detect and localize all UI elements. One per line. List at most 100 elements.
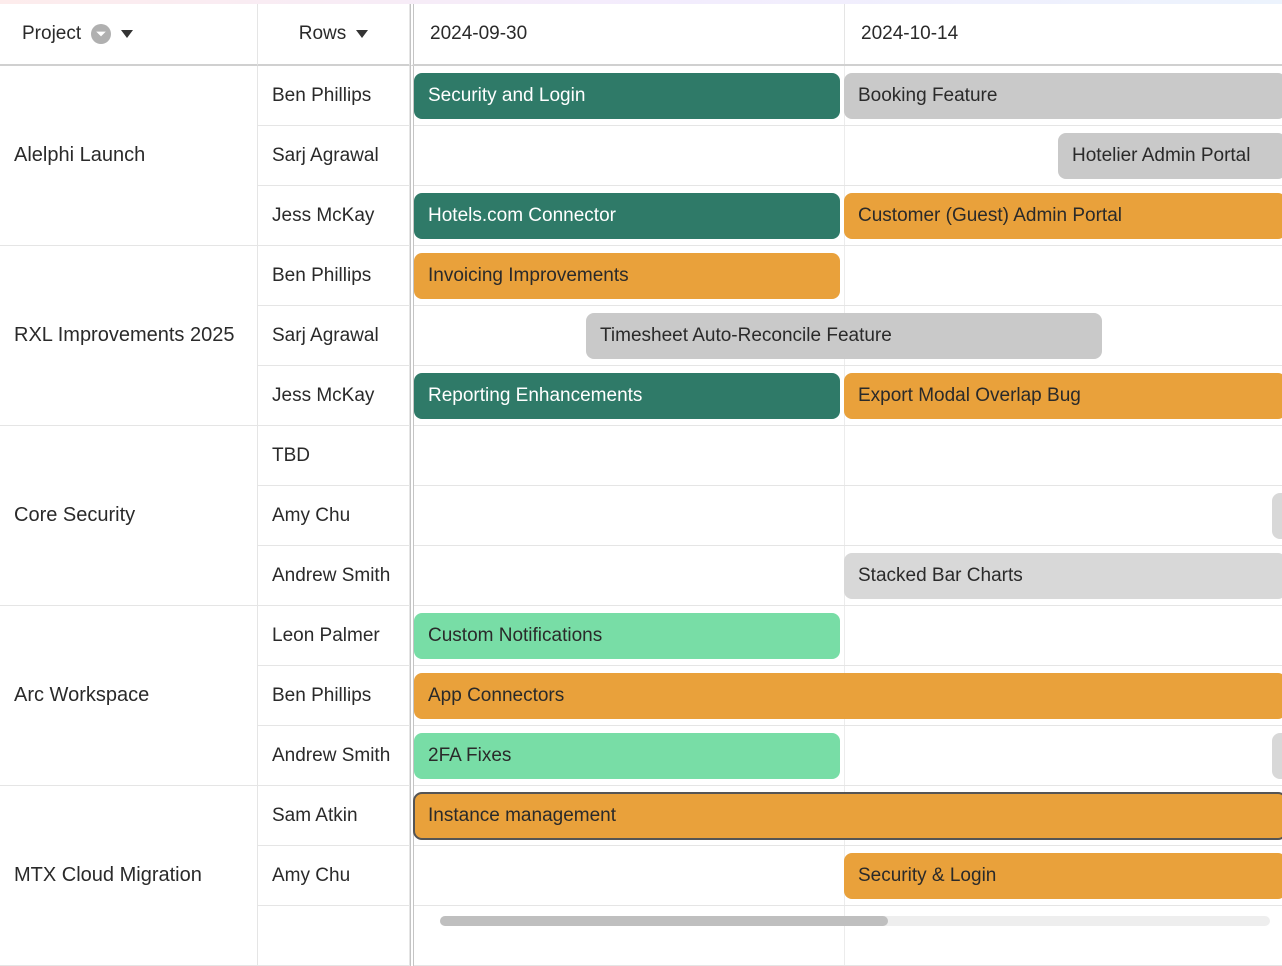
- timeline-row[interactable]: [414, 906, 1282, 966]
- task-label: 2FA Fixes: [428, 745, 511, 767]
- task-label: Custom Notifications: [428, 625, 602, 647]
- task-bar[interactable]: Export Modal Overlap Bug: [844, 373, 1282, 419]
- person-row[interactable]: Amy Chu: [258, 846, 410, 906]
- task-bar[interactable]: App Connectors: [414, 673, 1282, 719]
- person-row[interactable]: Leon Palmer: [258, 606, 410, 666]
- task-label: Booking Feature: [858, 85, 997, 107]
- caret-down-icon[interactable]: [121, 30, 133, 38]
- roadmap-grid: Project Rows 2024-09-30 2024-10-14 Alelp…: [0, 4, 1282, 966]
- timeline-row[interactable]: App Connectors: [414, 666, 1282, 726]
- project-header-label: Project: [22, 23, 81, 45]
- project-name: Core Security: [14, 504, 135, 527]
- person-row[interactable]: Andrew Smith: [258, 726, 410, 786]
- timeline-row[interactable]: Hotels.com Connector Customer (Guest) Adm…: [414, 186, 1282, 246]
- person-row[interactable]: Andrew Smith: [258, 546, 410, 606]
- column-header-project[interactable]: Project: [0, 4, 258, 66]
- task-bar[interactable]: Invoicing Improvements: [414, 253, 840, 299]
- task-bar[interactable]: [1272, 733, 1282, 779]
- task-label: Security and Login: [428, 85, 585, 107]
- task-bar[interactable]: Booking Feature: [844, 73, 1282, 119]
- task-bar[interactable]: Stacked Bar Charts: [844, 553, 1282, 599]
- task-bar[interactable]: Custom Notifications: [414, 613, 840, 659]
- project-cell[interactable]: Core Security: [0, 426, 258, 606]
- timeline-column: Stacked Bar Charts: [410, 426, 1282, 606]
- timeline-row[interactable]: Security and Login Booking Feature: [414, 66, 1282, 126]
- task-label: Stacked Bar Charts: [858, 565, 1023, 587]
- person-row[interactable]: Sarj Agrawal: [258, 306, 410, 366]
- timeline-row[interactable]: Instance management: [414, 786, 1282, 846]
- timeline-row[interactable]: Hotelier Admin Portal: [414, 126, 1282, 186]
- timeline-column: Security and Login Booking Feature Hotelie…: [410, 66, 1282, 246]
- task-label: Export Modal Overlap Bug: [858, 385, 1081, 407]
- timeline-row[interactable]: Timesheet Auto-Reconcile Feature: [414, 306, 1282, 366]
- timeline-row[interactable]: [414, 486, 1282, 546]
- project-name: Alelphi Launch: [14, 144, 145, 167]
- timeline-date-label: 2024-09-30: [430, 23, 527, 45]
- task-bar[interactable]: Security and Login: [414, 73, 840, 119]
- timeline-row[interactable]: [414, 426, 1282, 486]
- project-name: MTX Cloud Migration: [14, 864, 202, 887]
- rows-column: Ben Phillips Sarj Agrawal Jess McKay: [258, 66, 410, 246]
- timeline-row[interactable]: Invoicing Improvements: [414, 246, 1282, 306]
- project-cell[interactable]: MTX Cloud Migration: [0, 786, 258, 966]
- person-name: Amy Chu: [272, 505, 350, 527]
- person-row[interactable]: [258, 906, 410, 966]
- person-row[interactable]: Jess McKay: [258, 186, 410, 246]
- person-name: Amy Chu: [272, 865, 350, 887]
- rows-column: TBD Amy Chu Andrew Smith: [258, 426, 410, 606]
- rows-header-label: Rows: [299, 23, 347, 45]
- scrollbar-thumb[interactable]: [440, 916, 888, 926]
- task-label: Security & Login: [858, 865, 996, 887]
- task-label: Reporting Enhancements: [428, 385, 642, 407]
- person-row[interactable]: Sam Atkin: [258, 786, 410, 846]
- person-name: Ben Phillips: [272, 685, 371, 707]
- project-cell[interactable]: Alelphi Launch: [0, 66, 258, 246]
- caret-down-icon[interactable]: [356, 30, 368, 38]
- person-row[interactable]: Amy Chu: [258, 486, 410, 546]
- task-bar[interactable]: Hotelier Admin Portal: [1058, 133, 1282, 179]
- person-name: Andrew Smith: [272, 565, 390, 587]
- horizontal-scrollbar[interactable]: [440, 916, 1270, 926]
- person-name: Sarj Agrawal: [272, 325, 379, 347]
- timeline-row[interactable]: Security & Login: [414, 846, 1282, 906]
- timeline-date[interactable]: 2024-10-14: [844, 4, 1282, 64]
- person-row[interactable]: Ben Phillips: [258, 246, 410, 306]
- task-bar[interactable]: Hotels.com Connector: [414, 193, 840, 239]
- task-bar[interactable]: Timesheet Auto-Reconcile Feature: [586, 313, 1102, 359]
- task-bar[interactable]: 2FA Fixes: [414, 733, 840, 779]
- task-label: Customer (Guest) Admin Portal: [858, 205, 1122, 227]
- chevron-down-circle-icon[interactable]: [91, 24, 111, 44]
- person-name: Jess McKay: [272, 205, 374, 227]
- task-bar[interactable]: Reporting Enhancements: [414, 373, 840, 419]
- person-row[interactable]: Ben Phillips: [258, 66, 410, 126]
- person-name: Andrew Smith: [272, 745, 390, 767]
- project-name: Arc Workspace: [14, 684, 149, 707]
- task-label: Instance management: [428, 805, 616, 827]
- task-bar[interactable]: [1272, 493, 1282, 539]
- task-bar[interactable]: Instance management: [414, 793, 1282, 839]
- project-name: RXL Improvements 2025: [14, 324, 234, 347]
- column-header-rows[interactable]: Rows: [258, 4, 410, 66]
- person-row[interactable]: Jess McKay: [258, 366, 410, 426]
- person-row[interactable]: TBD: [258, 426, 410, 486]
- task-bar[interactable]: Customer (Guest) Admin Portal: [844, 193, 1282, 239]
- person-name: TBD: [272, 445, 310, 467]
- person-name: Ben Phillips: [272, 85, 371, 107]
- timeline-row[interactable]: Reporting Enhancements Export Modal Overl…: [414, 366, 1282, 426]
- person-name: Jess McKay: [272, 385, 374, 407]
- person-name: Sarj Agrawal: [272, 145, 379, 167]
- project-cell[interactable]: Arc Workspace: [0, 606, 258, 786]
- project-cell[interactable]: RXL Improvements 2025: [0, 246, 258, 426]
- task-bar[interactable]: Security & Login: [844, 853, 1282, 899]
- person-name: Ben Phillips: [272, 265, 371, 287]
- rows-column: Sam Atkin Amy Chu: [258, 786, 410, 966]
- timeline-column: Instance management Security & Login: [410, 786, 1282, 966]
- person-row[interactable]: Sarj Agrawal: [258, 126, 410, 186]
- task-label: Timesheet Auto-Reconcile Feature: [600, 325, 892, 347]
- timeline-header: 2024-09-30 2024-10-14: [410, 4, 1282, 66]
- timeline-row[interactable]: 2FA Fixes: [414, 726, 1282, 786]
- timeline-row[interactable]: Stacked Bar Charts: [414, 546, 1282, 606]
- timeline-date[interactable]: 2024-09-30: [414, 4, 844, 64]
- timeline-row[interactable]: Custom Notifications: [414, 606, 1282, 666]
- person-row[interactable]: Ben Phillips: [258, 666, 410, 726]
